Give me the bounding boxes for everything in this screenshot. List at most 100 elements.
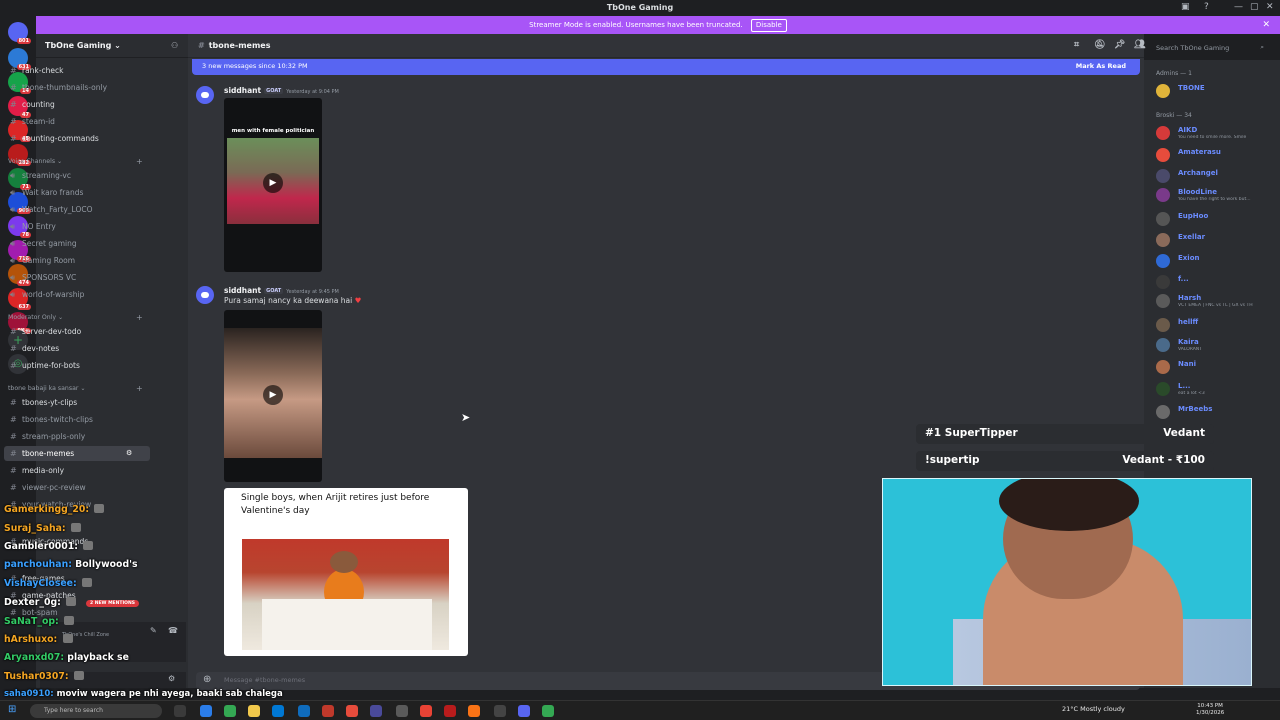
store-icon[interactable] (272, 705, 284, 717)
supertipper-rank-name: Vedant (1163, 427, 1205, 439)
video-attachment[interactable]: men with female politician ▶ (224, 98, 322, 272)
category-voice-channels[interactable]: Voice Channels ⌄ + (8, 157, 143, 166)
windows-start-icon[interactable]: ⊞ (8, 704, 16, 715)
member-item[interactable]: BloodLine You have the right to work but.… (1156, 186, 1276, 206)
mail-icon[interactable] (298, 705, 310, 717)
disable-streamer-button[interactable]: Disable (750, 19, 787, 32)
members-broski-header: Broski — 34 (1156, 112, 1192, 119)
channel-uptime-for-bots[interactable]: # uptime-for-bots (4, 358, 150, 373)
help-icon[interactable]: ? (1204, 2, 1209, 12)
voice-channel-world-of-warship[interactable]: 🔊︎ world-of-warship (4, 287, 150, 302)
play-icon[interactable]: ▶ (263, 385, 283, 405)
close-banner-icon[interactable]: ✕ (1262, 16, 1270, 34)
app-icon[interactable] (322, 705, 334, 717)
home-icon[interactable]: 801 (8, 22, 31, 44)
minimize-button[interactable]: — (1234, 2, 1243, 12)
supertipper-rank-label: #1 SuperTipper (925, 427, 1018, 439)
file-explorer-icon[interactable] (248, 705, 260, 717)
video-attachment[interactable]: ▶ (224, 310, 322, 482)
message-author[interactable]: siddhant (224, 286, 261, 295)
member-item[interactable]: AIKD You need to smile more. Smile (1156, 124, 1276, 144)
members-icon[interactable]: 👥︎ (1134, 40, 1145, 50)
member-item[interactable]: L... eat a lot <3 (1156, 380, 1276, 400)
system-clock[interactable]: 10:43 PM 1/30/2026 (1196, 703, 1224, 717)
channel-header: # tbone-memes ⌗ 🔕︎ 📌︎ 👥︎ (188, 34, 1145, 58)
channel-tbone-thumbnails-only[interactable]: # tbone-thumbnails-only (4, 80, 150, 95)
threads-icon[interactable]: ⌗ (1074, 40, 1079, 50)
channel-tbones-twitch-clips[interactable]: # tbones-twitch-clips (4, 412, 150, 427)
voice-channel-no-entry[interactable]: 🔊︎ NO Entry (4, 219, 150, 234)
voice-channel-gaming-room[interactable]: 🔊︎ Gaming Room (4, 253, 150, 268)
chat-username: saha0910: (4, 689, 54, 699)
task-view-icon[interactable] (174, 705, 186, 717)
inbox-icon[interactable]: ▣ (1181, 2, 1190, 12)
message-author[interactable]: siddhant (224, 86, 261, 95)
channel-steam-id[interactable]: # steam-id (4, 114, 150, 129)
member-item[interactable]: hellff (1156, 316, 1276, 336)
channel-counting[interactable]: # counting (4, 97, 150, 112)
chat-username: Gamerkingg_20: (4, 504, 90, 515)
channel-dev-notes[interactable]: # dev-notes (4, 341, 150, 356)
channel-tbones-yt-clips[interactable]: # tbones-yt-clips (4, 395, 150, 410)
member-item[interactable]: Archangel (1156, 167, 1276, 187)
settings-icon[interactable]: ⚙ (126, 446, 132, 461)
mute-icon[interactable]: 🔕︎ (1094, 40, 1105, 50)
channel-counting-commands[interactable]: # counting-commands (4, 131, 150, 146)
role-badge: GOAT (264, 88, 284, 94)
add-friend-icon[interactable]: ⚇ (171, 41, 178, 50)
channel-rank-check[interactable]: # rank-check (4, 63, 150, 78)
member-item[interactable]: f... (1156, 273, 1276, 293)
chrome-icon[interactable] (420, 705, 432, 717)
voice-channel-secret-gaming[interactable]: 🔊︎ Secret gaming (4, 236, 150, 251)
voice-channel-wait-karo[interactable]: 🔊︎ Wait karo frands (4, 185, 150, 200)
app-icon[interactable] (396, 705, 408, 717)
brave-icon[interactable] (468, 705, 480, 717)
play-icon[interactable]: ▶ (263, 173, 283, 193)
weather-widget[interactable]: 21°C Mostly cloudy (1062, 705, 1125, 713)
new-mentions-badge[interactable]: 2 NEW MENTIONS (86, 600, 139, 607)
channel-media-only[interactable]: # media-only (4, 463, 150, 478)
member-item[interactable]: Amaterasu (1156, 146, 1276, 166)
member-item[interactable]: Harsh VCT EMEA | FNC vs TL | GX vs TH (1156, 292, 1276, 312)
member-item[interactable]: EupHoo (1156, 210, 1276, 230)
window-title: TbOne Gaming (606, 3, 674, 12)
voice-channel-sponsors-vc[interactable]: 🔊︎ SPONSORS VC (4, 270, 150, 285)
avatar[interactable] (196, 286, 214, 304)
app-icon[interactable] (444, 705, 456, 717)
voice-channel-streaming-vc[interactable]: 🔊︎ streaming-vc (4, 168, 150, 183)
supertipper-command-row: !supertip Vedant - ₹100 (916, 451, 1214, 471)
channel-viewer-pc-review[interactable]: # viewer-pc-review (4, 480, 150, 495)
taskbar-search-input[interactable]: Type here to search (30, 704, 162, 718)
member-item[interactable]: MrBeebs (1156, 403, 1276, 423)
category-moderator-only[interactable]: Moderator Only ⌄ + (8, 313, 143, 322)
member-item[interactable]: TBONE (1156, 82, 1276, 102)
close-button[interactable]: ✕ (1266, 2, 1274, 12)
app-icon[interactable] (370, 705, 382, 717)
avatar[interactable] (196, 86, 214, 104)
channel-stream-ppls-only[interactable]: # stream-ppls-only (4, 429, 150, 444)
channel-tbone-memes[interactable]: # tbone-memes ⚙ (4, 446, 150, 461)
chat-username: panchouhan: (4, 559, 72, 570)
new-messages-bar[interactable]: 3 new messages since 10:32 PM Mark As Re… (192, 59, 1140, 75)
member-item[interactable]: Exion (1156, 252, 1276, 272)
mark-as-read-button[interactable]: Mark As Read (1076, 62, 1126, 70)
chrome-icon[interactable] (224, 705, 236, 717)
discord-icon[interactable] (518, 705, 530, 717)
channel-server-dev-todo[interactable]: # server-dev-todo (4, 324, 150, 339)
category-tbone-sansar[interactable]: tbone babaji ka sansar ⌄ + (8, 384, 143, 393)
hash-icon: # (198, 41, 205, 50)
search-input[interactable]: Search TbOne Gaming ⌕ (1152, 41, 1268, 54)
server-header[interactable]: TbOne Gaming ⌄ (36, 34, 188, 58)
supertipper-command: !supertip (925, 454, 980, 466)
voice-channel-watch-farty[interactable]: 🔊︎ Watch_Farty_LOCO (4, 202, 150, 217)
maximize-button[interactable]: ▢ (1250, 2, 1259, 12)
pin-icon[interactable]: 📌︎ (1114, 40, 1125, 50)
edge-icon[interactable] (200, 705, 212, 717)
member-item[interactable]: Kaira VALORANT (1156, 336, 1276, 356)
app-icon[interactable] (494, 705, 506, 717)
app-icon[interactable] (346, 705, 358, 717)
member-item[interactable]: Nani (1156, 358, 1276, 378)
window-titlebar: TbOne Gaming ▣ ? — ▢ ✕ (0, 0, 1280, 16)
chrome-icon[interactable] (542, 705, 554, 717)
member-item[interactable]: Exellar (1156, 231, 1276, 251)
